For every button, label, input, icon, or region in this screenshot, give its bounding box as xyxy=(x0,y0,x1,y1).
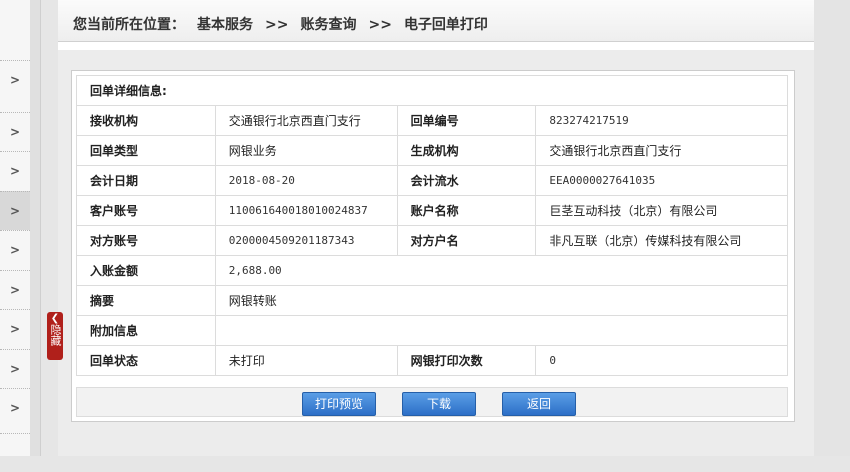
status-value: 未打印 xyxy=(214,345,398,376)
back-button[interactable]: 返回 xyxy=(502,392,576,416)
button-bar: 打印预览 下载 返回 xyxy=(76,387,788,417)
amount-value: 2,688.00 xyxy=(214,255,789,286)
chevron-left-icon: ❮ xyxy=(50,313,60,324)
field-value: 网银业务 xyxy=(214,135,398,166)
right-rail xyxy=(814,0,850,456)
sidebar-item[interactable]: > xyxy=(0,230,30,269)
field-value: EEA0000027641035 xyxy=(535,165,788,196)
field-label: 接收机构 xyxy=(76,105,216,136)
chevron-right-icon: > xyxy=(9,322,21,336)
table-row: 接收机构 交通银行北京西直门支行 回单编号 823274217519 xyxy=(76,105,788,136)
sidebar-item[interactable]: > xyxy=(0,388,30,427)
field-value: 非凡互联（北京）传媒科技有限公司 xyxy=(535,225,788,256)
field-label: 网银打印次数 xyxy=(396,345,537,376)
field-label: 生成机构 xyxy=(396,135,537,166)
hide-sidebar-tab[interactable]: ❮ 隐藏 xyxy=(47,312,63,360)
sidebar-item[interactable]: > xyxy=(0,60,30,99)
chevron-right-icon: > xyxy=(9,204,21,218)
field-label: 摘要 xyxy=(76,285,216,316)
table-header-row: 回单详细信息: xyxy=(76,75,788,106)
field-label: 入账金额 xyxy=(76,255,216,286)
field-value: 巨茎互动科技（北京）有限公司 xyxy=(535,195,788,226)
detail-header: 回单详细信息: xyxy=(76,75,788,106)
chevron-right-icon: > xyxy=(9,362,21,376)
download-button[interactable]: 下载 xyxy=(402,392,476,416)
print-preview-button[interactable]: 打印预览 xyxy=(302,392,376,416)
field-label: 会计流水 xyxy=(396,165,537,196)
table-row: 对方账号 0200004509201187343 对方户名 非凡互联（北京）传媒… xyxy=(76,225,788,256)
table-row: 附加信息 xyxy=(76,315,789,346)
sidebar-item-active[interactable]: > xyxy=(0,191,30,230)
table-row: 回单状态 未打印 网银打印次数 0 xyxy=(76,345,788,376)
breadcrumb-separator: >> xyxy=(368,17,392,33)
chevron-right-icon: > xyxy=(9,125,21,139)
chevron-right-icon: > xyxy=(9,283,21,297)
breadcrumb-separator: >> xyxy=(265,17,289,33)
breadcrumb-prefix: 您当前所在位置： xyxy=(73,17,185,33)
chevron-right-icon: > xyxy=(9,164,21,178)
field-label: 对方账号 xyxy=(76,225,216,256)
detail-table: 回单详细信息: 接收机构 交通银行北京西直门支行 回单编号 8232742175… xyxy=(76,75,789,376)
sidebar-item[interactable]: > xyxy=(0,151,30,190)
chevron-right-icon: > xyxy=(9,243,21,257)
sidebar-item[interactable] xyxy=(0,433,30,472)
print-count-value: 0 xyxy=(535,345,788,376)
field-label: 账户名称 xyxy=(396,195,537,226)
left-sidebar: > > > > > > > > > xyxy=(0,0,30,456)
summary-value: 网银转账 xyxy=(214,285,789,316)
breadcrumb-level1[interactable]: 基本服务 xyxy=(197,17,253,33)
breadcrumb-level2[interactable]: 账务查询 xyxy=(300,17,356,33)
field-value: 823274217519 xyxy=(535,105,788,136)
field-value: 0200004509201187343 xyxy=(214,225,398,256)
sidebar-item[interactable]: > xyxy=(0,309,30,348)
extra-value xyxy=(214,315,789,346)
table-row: 会计日期 2018-08-20 会计流水 EEA0000027641035 xyxy=(76,165,788,196)
field-label: 客户账号 xyxy=(76,195,216,226)
sidebar-item[interactable]: > xyxy=(0,112,30,151)
sidebar-item[interactable]: > xyxy=(0,349,30,388)
table-row: 摘要 网银转账 xyxy=(76,285,789,316)
field-label: 回单编号 xyxy=(396,105,537,136)
chevron-right-icon: > xyxy=(9,401,21,415)
field-label: 会计日期 xyxy=(76,165,216,196)
table-row: 客户账号 110061640018010024837 账户名称 巨茎互动科技（北… xyxy=(76,195,788,226)
field-label: 对方户名 xyxy=(396,225,537,256)
table-row: 回单类型 网银业务 生成机构 交通银行北京西直门支行 xyxy=(76,135,788,166)
chevron-right-icon: > xyxy=(9,73,21,87)
detail-panel: 回单详细信息: 接收机构 交通银行北京西直门支行 回单编号 8232742175… xyxy=(71,70,795,422)
sidebar-gutter xyxy=(30,0,41,456)
field-label: 回单状态 xyxy=(76,345,216,376)
field-value: 2018-08-20 xyxy=(214,165,398,196)
main-area: 您当前所在位置： 基本服务 >> 账务查询 >> 电子回单打印 回单详细信息: 接收机构 … xyxy=(58,0,814,456)
field-value: 交通银行北京西直门支行 xyxy=(214,105,398,136)
hide-sidebar-label: 隐藏 xyxy=(49,324,62,346)
breadcrumb-level3: 电子回单打印 xyxy=(403,17,488,33)
field-label: 回单类型 xyxy=(76,135,216,166)
content-area: 回单详细信息: 接收机构 交通银行北京西直门支行 回单编号 8232742175… xyxy=(58,50,814,456)
field-label: 附加信息 xyxy=(76,315,216,346)
field-value: 110061640018010024837 xyxy=(214,195,398,226)
table-row: 入账金额 2,688.00 xyxy=(76,255,789,286)
sidebar-item[interactable]: > xyxy=(0,270,30,309)
field-value: 交通银行北京西直门支行 xyxy=(535,135,788,166)
breadcrumb: 您当前所在位置： 基本服务 >> 账务查询 >> 电子回单打印 xyxy=(58,0,814,42)
